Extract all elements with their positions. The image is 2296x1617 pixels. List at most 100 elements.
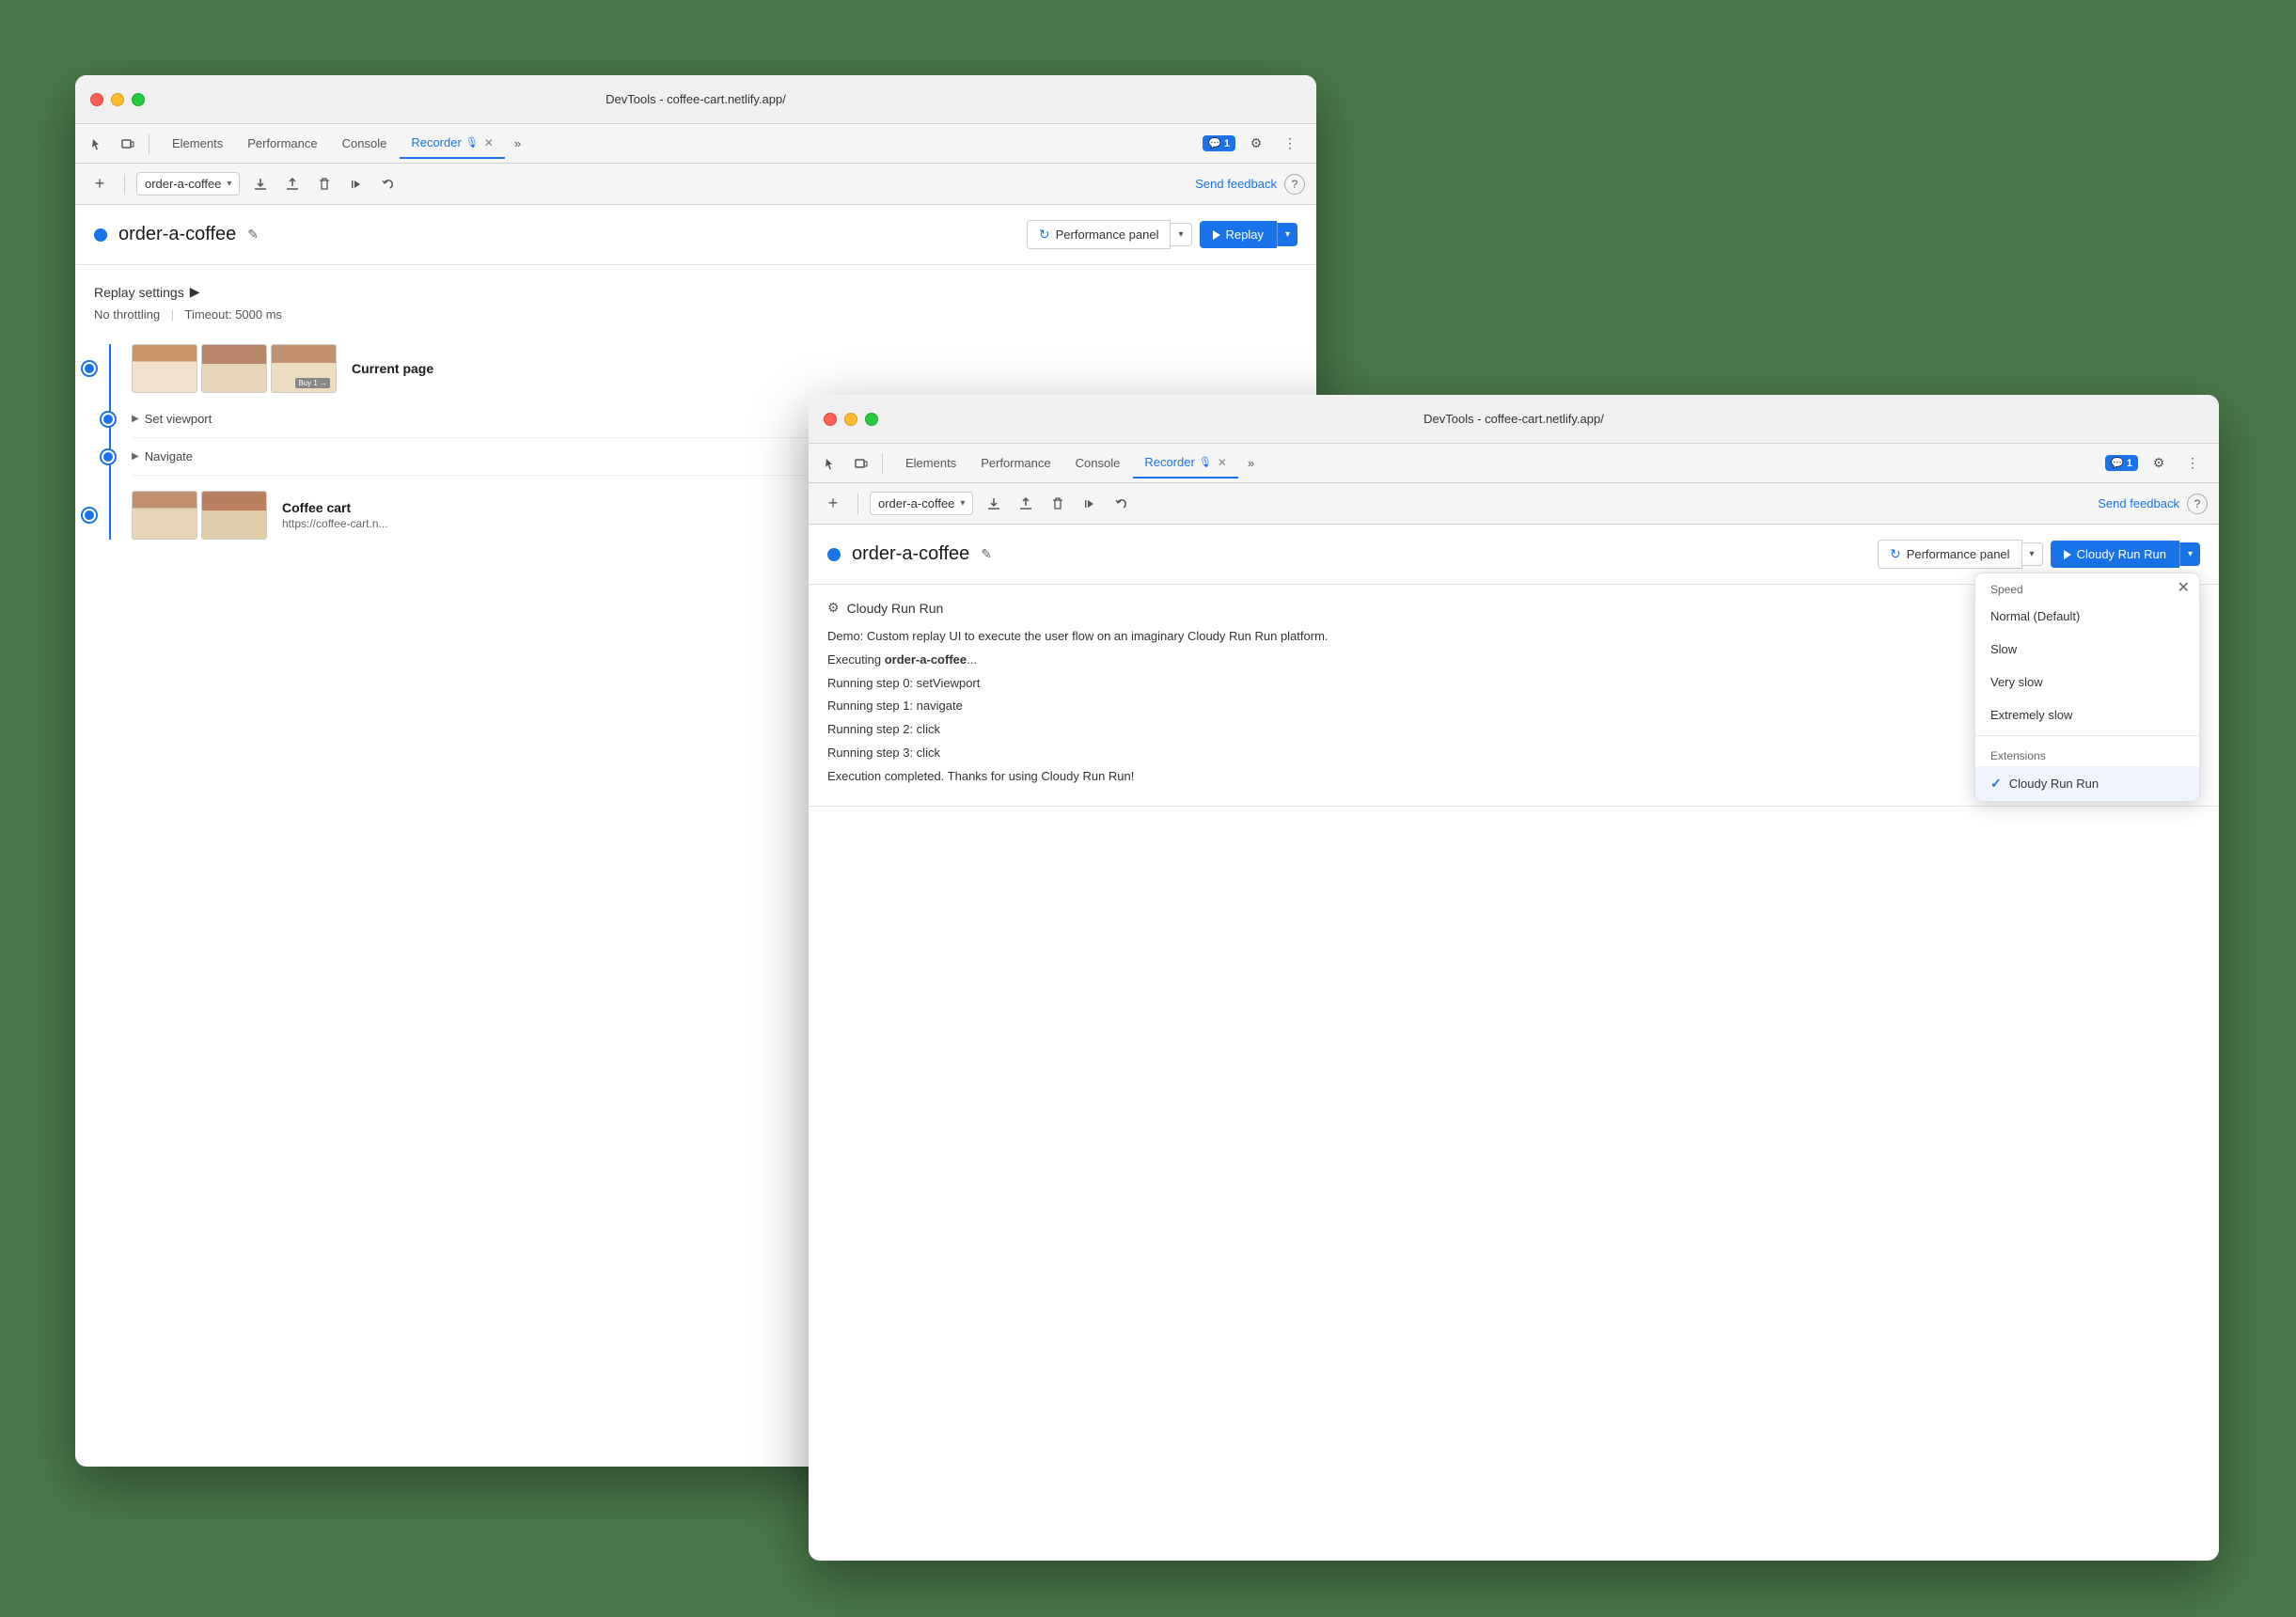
tab-bar-front: Elements Performance Console Recorder 🎙 … xyxy=(890,444,2210,482)
more-icon-front[interactable]: ⋮ xyxy=(2179,450,2206,477)
recorder-icon-front: 🎙 xyxy=(1199,456,1212,468)
tab-performance-back[interactable]: Performance xyxy=(236,129,328,159)
panel-header-front: order-a-coffee ✎ ↻ Performance panel ▾ C… xyxy=(809,525,2219,585)
title-bar-front: DevTools - coffee-cart.netlify.app/ xyxy=(809,395,2219,444)
tab-console-front[interactable]: Console xyxy=(1064,448,1132,479)
screenshots-row: Buy 1 → Current page xyxy=(132,344,1297,393)
cloudy-run-btn-group: Cloudy Run Run ▾ xyxy=(2051,541,2200,568)
check-icon: ✓ xyxy=(1990,776,2002,792)
chat-badge-back[interactable]: 💬 1 xyxy=(1203,135,1235,151)
step-expand-icon-2: ▶ xyxy=(132,414,139,424)
step-line xyxy=(109,344,111,540)
edit-icon-front[interactable]: ✎ xyxy=(981,546,992,562)
minimize-button-front[interactable] xyxy=(844,413,857,426)
import-icon-back[interactable] xyxy=(279,171,306,197)
perf-icon-front: ↻ xyxy=(1890,546,1901,562)
settings-info: No throttling | Timeout: 5000 ms xyxy=(94,307,1297,322)
maximize-button-back[interactable] xyxy=(132,93,145,106)
rec-sep-1 xyxy=(124,174,125,195)
tab-more-back[interactable]: » xyxy=(507,129,528,159)
screenshot-thumb-5 xyxy=(201,491,267,540)
tab-recorder-back[interactable]: Recorder 🎙 ✕ xyxy=(400,129,505,159)
import-icon-front[interactable] xyxy=(1013,491,1039,517)
play-icon-front xyxy=(2064,550,2071,559)
tab-recorder-front[interactable]: Recorder 🎙 ✕ xyxy=(1133,448,1238,479)
tab-more-front[interactable]: » xyxy=(1240,448,1262,479)
perf-panel-arrow-front[interactable]: ▾ xyxy=(2022,542,2043,566)
cloudy-run-main-btn[interactable]: Cloudy Run Run xyxy=(2051,541,2179,568)
tab-elements-front[interactable]: Elements xyxy=(894,448,967,479)
recording-dot-back xyxy=(94,228,107,242)
more-icon-back[interactable]: ⋮ xyxy=(1277,131,1303,157)
speed-slow-item[interactable]: Slow xyxy=(1975,633,2199,666)
cloudy-run-arrow-btn[interactable]: ▾ xyxy=(2179,542,2200,566)
recording-actions-back xyxy=(247,171,401,197)
add-recording-front[interactable]: + xyxy=(820,491,846,517)
step-coffee-cart: Coffee cart https://coffee-cart.n... xyxy=(282,491,388,540)
delete-icon-back[interactable] xyxy=(311,171,338,197)
play-step-icon-back[interactable] xyxy=(343,171,370,197)
cursor-icon-front[interactable] xyxy=(818,450,844,477)
extensions-divider xyxy=(1975,735,2199,736)
dropdown-close-btn[interactable]: ✕ xyxy=(2178,581,2190,596)
chat-badge-front[interactable]: 💬 1 xyxy=(2105,455,2138,471)
close-button-front[interactable] xyxy=(824,413,837,426)
cloudy-run-extension-item[interactable]: ✓ Cloudy Run Run xyxy=(1975,766,2199,801)
speed-normal-item[interactable]: Normal (Default) xyxy=(1975,600,2199,633)
play-step-icon-front[interactable] xyxy=(1077,491,1103,517)
tab-elements-back[interactable]: Elements xyxy=(161,129,234,159)
performance-panel-btn-front[interactable]: ↻ Performance panel xyxy=(1878,540,2022,569)
step-dot-4 xyxy=(83,509,96,522)
replay-settings-section: Replay settings ▶ No throttling | Timeou… xyxy=(94,284,1297,322)
tab-performance-front[interactable]: Performance xyxy=(969,448,1062,479)
minimize-button-back[interactable] xyxy=(111,93,124,106)
recording-name-dropdown-front[interactable]: order-a-coffee ▾ xyxy=(870,492,973,515)
perf-panel-arrow-back[interactable]: ▾ xyxy=(1171,223,1191,246)
settings-icon-back[interactable]: ⚙ xyxy=(1243,131,1269,157)
settings-icon-front[interactable]: ⚙ xyxy=(2146,450,2172,477)
maximize-button-front[interactable] xyxy=(865,413,878,426)
send-feedback-back[interactable]: Send feedback xyxy=(1195,177,1277,191)
cursor-icon[interactable] xyxy=(85,131,111,157)
extension-gear-icon: ⚙ xyxy=(827,600,840,616)
export-icon-back[interactable] xyxy=(247,171,274,197)
add-recording-back[interactable]: + xyxy=(86,171,113,197)
device-icon-front[interactable] xyxy=(848,450,874,477)
undo-icon-front[interactable] xyxy=(1109,491,1135,517)
performance-panel-btn-back[interactable]: ↻ Performance panel xyxy=(1027,220,1172,249)
rec-sep-front xyxy=(857,494,858,514)
speed-very-slow-item[interactable]: Very slow xyxy=(1975,666,2199,699)
send-feedback-front[interactable]: Send feedback xyxy=(2098,496,2179,510)
recorder-close-front[interactable]: ✕ xyxy=(1218,456,1227,469)
dropdown-arrow-front: ▾ xyxy=(960,498,965,509)
replay-main-btn-back[interactable]: Replay xyxy=(1200,221,1277,248)
speed-dropdown: ✕ Speed Normal (Default) Slow Very slow … xyxy=(1974,573,2200,802)
title-bar-back: DevTools - coffee-cart.netlify.app/ xyxy=(75,75,1316,124)
traffic-lights-back xyxy=(90,93,145,106)
screenshot-thumb-3: Buy 1 → xyxy=(271,344,337,393)
recording-actions-front xyxy=(981,491,1135,517)
close-button-back[interactable] xyxy=(90,93,103,106)
replay-settings-header[interactable]: Replay settings ▶ xyxy=(94,284,1297,300)
recording-bar-front: + order-a-coffee ▾ Send feedback ? xyxy=(809,483,2219,525)
export-icon-front[interactable] xyxy=(981,491,1007,517)
delete-icon-front[interactable] xyxy=(1045,491,1071,517)
replay-arrow-btn-back[interactable]: ▾ xyxy=(1277,223,1297,246)
recorder-close-back[interactable]: ✕ xyxy=(484,136,494,149)
tab-console-back[interactable]: Console xyxy=(331,129,399,159)
panel-title-front: order-a-coffee xyxy=(852,543,969,565)
undo-icon-back[interactable] xyxy=(375,171,401,197)
screenshot-thumb-1 xyxy=(132,344,197,393)
help-icon-back[interactable]: ? xyxy=(1284,174,1305,195)
speed-extremely-slow-item[interactable]: Extremely slow xyxy=(1975,699,2199,731)
recording-dot-front xyxy=(827,548,841,561)
replay-btn-group-back: Replay ▾ xyxy=(1200,221,1298,248)
recording-name-dropdown-back[interactable]: order-a-coffee ▾ xyxy=(136,172,240,196)
tab-bar-back: Elements Performance Console Recorder 🎙 … xyxy=(157,124,1307,163)
device-icon[interactable] xyxy=(115,131,141,157)
extensions-section-header: Extensions xyxy=(1975,740,2199,766)
help-icon-front[interactable]: ? xyxy=(2187,494,2208,514)
edit-icon-back[interactable]: ✎ xyxy=(247,227,259,243)
step-dot-1 xyxy=(83,362,96,375)
devtools-window-front: DevTools - coffee-cart.netlify.app/ Elem… xyxy=(809,395,2219,1561)
